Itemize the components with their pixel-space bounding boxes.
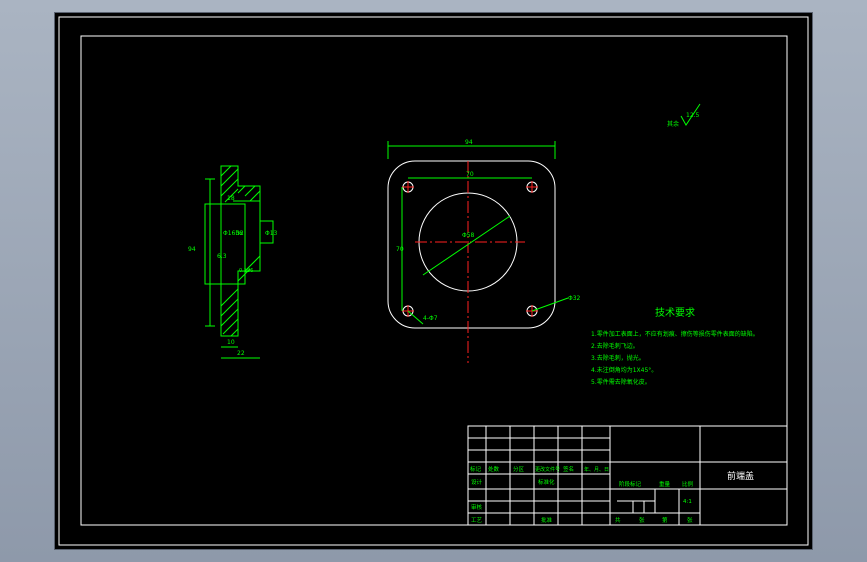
title-block: 前端盖 标记 处数 分区 更改文件号 签名 年、月、日 设计 标准化 审核 工艺… xyxy=(467,425,788,526)
dim-small: 0.186 xyxy=(239,268,253,274)
part-name: 前端盖 xyxy=(727,470,754,482)
tb-label: 年、月、日 xyxy=(584,466,609,473)
dim-bolt-circle: Φ32 xyxy=(568,295,581,302)
tech-requirements: 技术要求 1.零件加工表面上，不应有划痕、擦伤等损伤零件表面的缺陷。 2.去除毛… xyxy=(591,306,759,386)
tb-sheets: 共 xyxy=(615,516,621,524)
centerlines xyxy=(402,161,538,363)
tb-scale: 4:1 xyxy=(683,499,692,505)
section-hatching xyxy=(220,165,261,337)
tb-label: 处数 xyxy=(488,465,500,473)
dim-bore: Φ58 xyxy=(462,232,475,239)
dim-hole-spacing-h: 70 xyxy=(466,171,474,178)
tb-designer: 设计 xyxy=(471,478,483,486)
tb-standardization: 标准化 xyxy=(538,478,555,486)
dim-width: 94 xyxy=(465,139,473,146)
roughness-value: 12.5 xyxy=(686,112,700,119)
tb-label: 更改文件号 xyxy=(535,466,560,473)
dim-total-length: 22 xyxy=(237,350,245,357)
tb-stage-mark: 阶段标记 xyxy=(619,480,642,488)
outer-border xyxy=(58,16,809,546)
dim-height: 94 xyxy=(188,246,196,253)
section-view: 94 18 Φ16h6 32 Φ13 6.3 0.186 10 22 xyxy=(188,165,278,359)
tb-label: 签名 xyxy=(563,465,574,473)
tb-sheets: 张 xyxy=(687,516,693,524)
tb-label: 分区 xyxy=(513,465,525,473)
roughness-label: 其余 xyxy=(667,120,679,128)
dim-thickness: 10 xyxy=(227,339,235,346)
tb-approve: 批准 xyxy=(541,516,553,524)
dim-bore-inner: 18 xyxy=(227,195,235,202)
tb-process: 工艺 xyxy=(471,517,483,524)
dim-bore-dia: Φ13 xyxy=(265,230,278,237)
tech-req-item: 5.零件需去除氧化皮。 xyxy=(591,378,651,386)
tech-req-title: 技术要求 xyxy=(655,306,695,319)
surface-finish: 12.5 其余 xyxy=(667,103,701,128)
drawing-sheet: 94 18 Φ16h6 32 Φ13 6.3 0.186 10 22 94 70… xyxy=(55,13,812,549)
tech-req-item: 1.零件加工表面上，不应有划痕、擦伤等损伤零件表面的缺陷。 xyxy=(591,330,759,338)
tech-req-item: 4.未注倒角均为1X45°。 xyxy=(591,366,657,374)
tech-req-item: 3.去除毛刺，抛光。 xyxy=(591,354,645,362)
dim-step: 32 xyxy=(236,230,244,237)
tb-review: 审核 xyxy=(471,503,483,511)
tb-label: 标记 xyxy=(470,465,482,473)
cad-drawing: 94 18 Φ16h6 32 Φ13 6.3 0.186 10 22 94 70… xyxy=(58,16,809,546)
dim-chamfer: 6.3 xyxy=(217,253,227,260)
tb-weight: 重量 xyxy=(659,480,671,488)
inner-border xyxy=(80,35,788,526)
front-view: 94 70 70 Φ58 4-Φ7 Φ32 xyxy=(387,139,581,363)
tb-sheets: 第 xyxy=(662,516,668,524)
tb-scale-label: 比例 xyxy=(682,480,694,488)
tb-sheets: 张 xyxy=(639,516,645,524)
tech-req-item: 2.去除毛刺飞边。 xyxy=(591,342,639,350)
dim-hole-spacing-v: 70 xyxy=(396,246,404,253)
dim-holes: 4-Φ7 xyxy=(423,315,438,322)
